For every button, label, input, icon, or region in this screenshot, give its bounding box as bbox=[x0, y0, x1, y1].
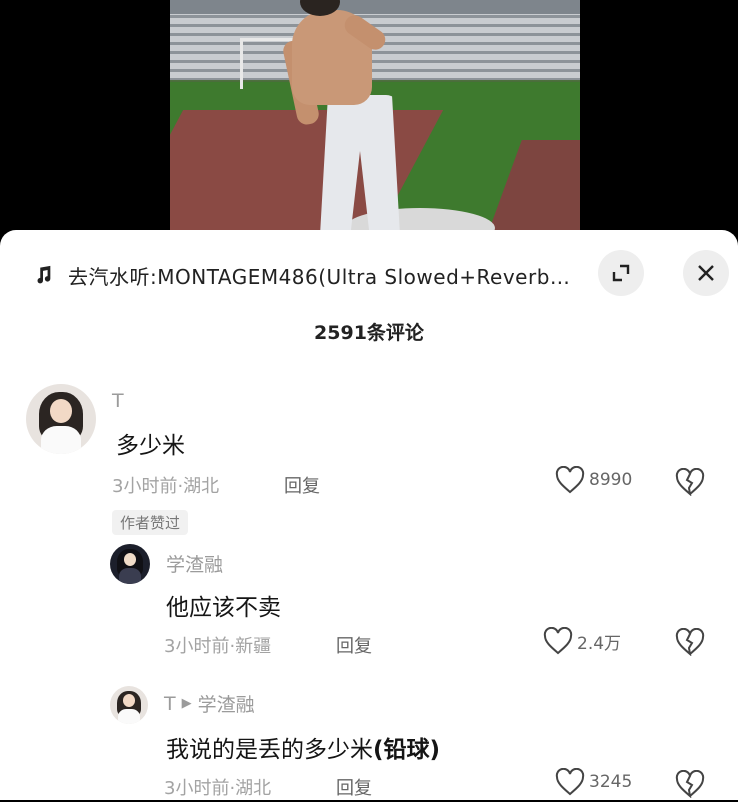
broken-heart-icon bbox=[675, 627, 705, 657]
comment-content: 我说的是丢的多少米 bbox=[166, 737, 373, 763]
comment-sheet: 去汽水听:MONTAGEM486(Ultra Slowed+Reverb… 25… bbox=[0, 230, 738, 800]
comment-content: 多少米 bbox=[116, 433, 185, 459]
comment-content-row: 我说的是丢的多少米(铅球) bbox=[166, 730, 440, 764]
comment-username-row: T ▶ 学渣融 bbox=[164, 690, 255, 717]
reply-arrow-icon: ▶ bbox=[181, 696, 192, 711]
comment-username[interactable]: T bbox=[112, 390, 124, 412]
broken-heart-icon bbox=[675, 769, 705, 799]
comment-username[interactable]: 学渣融 bbox=[166, 550, 223, 577]
video-player[interactable] bbox=[0, 0, 738, 245]
expand-button[interactable] bbox=[598, 250, 644, 296]
comment-username[interactable]: T bbox=[164, 693, 176, 715]
comment-meta: 3小时前·新疆 bbox=[164, 636, 272, 657]
like-count: 3245 bbox=[589, 772, 633, 792]
broken-heart-icon bbox=[675, 467, 705, 497]
comment-count: 2591条评论 bbox=[314, 322, 424, 344]
close-icon bbox=[698, 265, 714, 281]
music-link[interactable]: 去汽水听:MONTAGEM486(Ultra Slowed+Reverb… bbox=[32, 260, 592, 290]
reply-button[interactable]: 回复 bbox=[336, 774, 372, 800]
comment-meta: 3小时前·湖北 bbox=[112, 476, 220, 497]
comment-content: 他应该不卖 bbox=[166, 595, 281, 621]
reply-button[interactable]: 回复 bbox=[284, 472, 320, 498]
music-note-icon bbox=[37, 265, 51, 284]
like-count: 2.4万 bbox=[577, 633, 622, 654]
author-liked-badge: 作者赞过 bbox=[112, 510, 189, 535]
music-text: 去汽水听:MONTAGEM486(Ultra Slowed+Reverb… bbox=[68, 264, 571, 289]
dislike-button[interactable] bbox=[674, 627, 706, 660]
like-button[interactable]: 8990 bbox=[555, 466, 632, 494]
heart-icon bbox=[555, 768, 585, 796]
heart-icon bbox=[555, 466, 585, 494]
stadium-roof bbox=[170, 0, 580, 14]
avatar[interactable] bbox=[110, 544, 150, 584]
reply-button[interactable]: 回复 bbox=[336, 632, 372, 658]
expand-icon bbox=[612, 264, 630, 282]
heart-icon bbox=[543, 627, 573, 655]
comment-meta: 3小时前·湖北 bbox=[164, 778, 272, 799]
reply-to-username[interactable]: 学渣融 bbox=[198, 690, 255, 717]
avatar[interactable] bbox=[110, 686, 148, 724]
like-button[interactable]: 2.4万 bbox=[543, 627, 621, 655]
comment-content-suffix: (铅球) bbox=[373, 737, 441, 763]
dislike-button[interactable] bbox=[674, 769, 706, 802]
close-button[interactable] bbox=[683, 250, 729, 296]
dislike-button[interactable] bbox=[674, 467, 706, 500]
like-button[interactable]: 3245 bbox=[555, 768, 632, 796]
like-count: 8990 bbox=[589, 470, 633, 490]
video-frame bbox=[170, 0, 580, 245]
avatar[interactable] bbox=[26, 384, 96, 454]
